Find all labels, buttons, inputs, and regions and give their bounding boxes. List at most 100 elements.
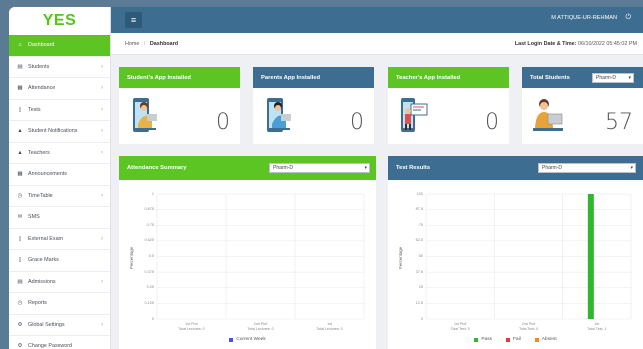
sidebar-item-label: SMS [28, 214, 40, 221]
total-students-count: 57 [605, 110, 633, 135]
x-category-label: 2nd Prof Total Lectures: 0 [247, 322, 274, 331]
announcement-icon: ▦ [17, 171, 23, 178]
chevron-right-icon: › [101, 128, 103, 135]
legend-item[interactable]: Fail [506, 337, 521, 342]
chevron-right-icon: › [101, 85, 103, 92]
legend-label: Fail [513, 337, 521, 342]
sidebar-item-students[interactable]: ▤ Students › [9, 57, 110, 78]
legend-label: Pass [481, 337, 492, 342]
x-category-label: 1st Prof Total Lectures: 0 [178, 322, 205, 331]
y-tick-label: 100 [416, 191, 423, 196]
sidebar-item-admissions[interactable]: ▤ Admissions › [9, 272, 110, 293]
x-category-label: 1st Total Test: 1 [587, 322, 607, 331]
y-tick-label: 0.25 [146, 285, 154, 290]
test-results-select[interactable]: Pharm-D ▾ [538, 163, 636, 173]
parents-app-card: Parents App Installed 0 [253, 67, 374, 144]
chevron-down-icon: ▾ [630, 165, 633, 171]
chevron-right-icon: › [101, 235, 103, 242]
sidebar-item-teachers[interactable]: ▲ Teachers › [9, 143, 110, 164]
chevron-right-icon: › [101, 149, 103, 156]
chevron-right-icon: › [101, 321, 103, 328]
sidebar-item-label: Students [28, 63, 50, 70]
sidebar-item-label: Tests [28, 106, 41, 113]
sidebar-item-label: Admissions [28, 278, 56, 285]
sidebar-item-label: Reports [28, 300, 47, 307]
key-icon: ⚙ [17, 343, 23, 349]
envelope-icon: ✉ [17, 214, 23, 221]
teachers-app-count: 0 [485, 110, 499, 135]
sidebar-item-grace-marks[interactable]: ▯ Grace Marks [9, 250, 110, 272]
teacher-icon: ▲ [17, 149, 23, 156]
calendar-icon: ▦ [17, 85, 23, 92]
students-app-card: Student's App Installed 0 [119, 67, 240, 144]
y-tick-label: 0.625 [144, 238, 154, 243]
legend-item[interactable]: Pass [474, 337, 492, 342]
y-axis-label: Percentage [129, 246, 134, 269]
y-tick-label: 0 [420, 316, 423, 321]
chevron-right-icon: › [101, 63, 103, 70]
sidebar-item-label: Student Notifications [28, 128, 78, 135]
y-tick-label: 0.125 [144, 300, 154, 305]
total-students-select-value: Pharm-D [596, 75, 617, 81]
reports-icon: ◷ [17, 300, 23, 307]
sidebar-item-attendance[interactable]: ▦ Attendance › [9, 78, 110, 100]
y-axis-label: Percentage [398, 246, 403, 269]
breadcrumb-separator: / [143, 41, 146, 47]
exam-icon: ▯ [18, 235, 22, 242]
sidebar-item-label: Grace Marks [28, 257, 59, 264]
sidebar-item-label: Dashboard [28, 42, 55, 49]
x-category-label: 2nd Prof Total Test: 0 [518, 322, 539, 331]
chevron-right-icon: › [101, 278, 103, 285]
chevron-right-icon: › [101, 192, 103, 199]
total-students-select[interactable]: Pharm-D ▾ [592, 73, 634, 83]
y-tick-label: 0.75 [146, 222, 154, 227]
hamburger-icon: ≡ [130, 15, 137, 25]
document-icon: ▯ [18, 106, 22, 113]
last-login: Last Login Date & Time: 06/10/2022 05:45… [515, 41, 637, 47]
menu-toggle-button[interactable]: ≡ [125, 12, 142, 28]
sidebar-item-external-exam[interactable]: ▯ External Exam › [9, 229, 110, 250]
admissions-icon: ▤ [17, 278, 23, 285]
app-logo[interactable]: YES [9, 7, 110, 35]
phone-teacher-icon [401, 98, 428, 132]
sidebar-item-announcements[interactable]: ▦ Announcements [9, 164, 110, 186]
test-results-select-value: Pharm-D [542, 165, 563, 171]
sidebar-item-change-password[interactable]: ⚙ Change Password [9, 336, 110, 349]
chevron-down-icon: ▾ [628, 75, 631, 81]
x-category-label: 1st Prof Total Test: 0 [450, 322, 470, 331]
user-name[interactable]: M ATTIQUE-UR-REHMAN [551, 15, 617, 21]
chart-legend: Pass Fail Absent [388, 337, 643, 342]
y-tick-label: 12.5 [415, 300, 423, 305]
total-students-card: Total Students Pharm-D ▾ 57 [522, 67, 643, 144]
sidebar-item-global-settings[interactable]: ⚙ Global Settings › [9, 315, 110, 336]
sidebar-nav: ⌂ Dashboard ▤ Students › ▦ Attendance › ▯ Tests › ▲… [9, 35, 110, 349]
test-results-panel: Test Results Pharm-D ▾ 100 87.5 75 62.5 50 37… [388, 156, 643, 349]
sidebar-item-sms[interactable]: ✉ SMS [9, 207, 110, 229]
sidebar-item-student-notifications[interactable]: ▲ Student Notifications › [9, 121, 110, 143]
breadcrumb-current: Dashboard [149, 41, 179, 47]
attendance-select[interactable]: Pharm-D ▾ [269, 163, 370, 173]
sidebar-item-label: Teachers [28, 149, 50, 156]
y-tick-label: 50 [418, 254, 423, 258]
sidebar-item-label: Global Settings [28, 321, 65, 328]
sidebar-item-label: Announcements [28, 171, 67, 178]
y-tick-label: 0.5 [148, 254, 154, 258]
power-icon[interactable]: ⏻ [625, 14, 631, 22]
sidebar: YES ⌂ Dashboard ▤ Students › ▦ Attendance › ▯ Tes… [9, 7, 111, 349]
sidebar-item-timetable[interactable]: ◷ TimeTable › [9, 186, 110, 207]
sidebar-item-label: External Exam [28, 235, 64, 242]
students-icon: ▤ [17, 63, 23, 70]
breadcrumb-home[interactable]: Home [125, 41, 139, 47]
y-tick-label: 87.5 [415, 207, 423, 212]
sidebar-item-label: Change Password [28, 343, 73, 349]
legend-item[interactable]: Absent [534, 337, 557, 342]
sidebar-item-dashboard[interactable]: ⌂ Dashboard [9, 35, 110, 57]
bar-pass[interactable] [587, 194, 594, 319]
sidebar-item-label: TimeTable [28, 192, 53, 199]
student-desk-icon [533, 99, 563, 131]
sidebar-item-tests[interactable]: ▯ Tests › [9, 100, 110, 121]
legend-item[interactable]: Current Week [229, 337, 266, 342]
sidebar-item-reports[interactable]: ◷ Reports [9, 293, 110, 315]
parents-app-title: Parents App Installed [253, 67, 374, 88]
y-tick-label: 0.875 [144, 207, 154, 212]
